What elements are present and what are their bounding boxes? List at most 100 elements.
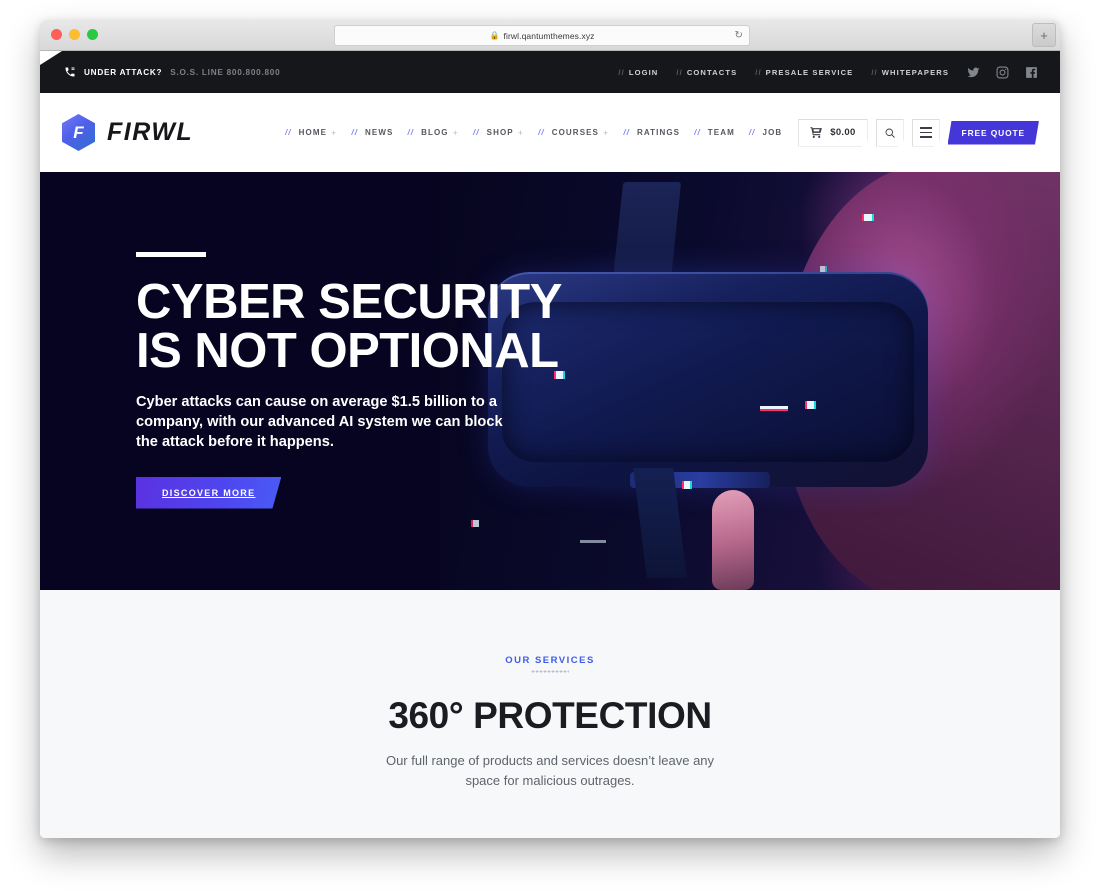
nav-item-courses[interactable]: // COURSES + [538,128,609,138]
hamburger-icon [920,127,932,138]
nav-item-team[interactable]: // TEAM [694,128,735,137]
utility-topbar: UNDER ATTACK? S.O.S. LINE 800.800.800 //… [40,51,1060,93]
vr-headset-lens [502,302,914,462]
chevron-plus-icon: + [452,127,459,138]
hero-content: CYBER SECURITY IS NOT OPTIONAL Cyber att… [136,252,562,509]
services-section: OUR SERVICES 360° PROTECTION Our full ra… [40,590,1060,838]
sos-number: S.O.S. LINE 800.800.800 [170,67,281,77]
glitch-pixel [760,406,788,409]
nav-item-ratings[interactable]: // RATINGS [623,128,680,137]
services-eyebrow: OUR SERVICES [505,655,595,666]
phone-icon [64,66,76,78]
topnav-label: PRESALE SERVICE [765,67,854,77]
nav-label: HOME [298,128,328,137]
glitch-pixel [684,481,690,489]
hexagon-logo-icon: F [62,114,95,151]
topnav-item-presale-service[interactable]: //PRESALE SERVICE [755,68,853,77]
nav-label: NEWS [365,128,394,137]
slash-decor: // [755,67,762,77]
address-bar[interactable]: 🔒 firwl.qantumthemes.xyz ↻ [334,25,750,46]
nav-item-job[interactable]: // JOB [749,128,782,137]
slash-decor: // [538,128,545,137]
chevron-plus-icon: + [603,127,610,138]
slash-decor: // [351,128,359,137]
slash-decor: // [623,128,631,137]
cart-amount: $0.00 [830,127,856,138]
slash-decor: // [472,128,480,137]
nav-item-news[interactable]: // NEWS [351,128,393,137]
slash-decor: // [694,128,701,137]
hero-title-line-2: IS NOT OPTIONAL [136,323,559,378]
close-window-button[interactable] [51,29,62,40]
social-links [967,66,1038,79]
hero-section: CYBER SECURITY IS NOT OPTIONAL Cyber att… [40,172,1060,590]
site-header: F FIRWL //HOME + //NEWS //BLOG + //SHOP + /… [40,93,1060,172]
slash-decor: // [748,128,756,137]
header-tools: $0.00 FREE QUOTE [798,119,1039,147]
url-text: firwl.qantumthemes.xyz [503,30,595,41]
topnav-label: CONTACTS [686,67,738,77]
instagram-icon[interactable] [996,66,1009,79]
minimize-window-button[interactable] [69,29,80,40]
hero-title: CYBER SECURITY IS NOT OPTIONAL [136,278,562,375]
services-description: Our full range of products and services … [385,753,715,789]
cart-icon [810,126,823,139]
glitch-pixel [820,266,825,272]
hero-title-line-1: CYBER SECURITY [136,275,562,329]
sos-line[interactable]: UNDER ATTACK? S.O.S. LINE 800.800.800 [64,66,280,78]
nav-label: SHOP [486,128,514,137]
hero-rule-decor [136,252,206,257]
vr-strap-top [612,182,682,280]
slash-decor: // [676,67,683,77]
topnav-label: LOGIN [628,67,659,77]
slash-decor: // [618,67,625,77]
glitch-pixel [473,520,479,527]
hero-person-thumb [712,490,754,590]
slash-decor: // [407,128,415,137]
topnav-item-whitepapers[interactable]: //WHITEPAPERS [871,68,949,77]
nav-label: BLOG [421,128,449,137]
free-quote-button[interactable]: FREE QUOTE [948,121,1039,145]
slash-decor: // [284,128,292,137]
logo-glyph: F [73,123,84,142]
window-controls[interactable] [51,29,98,40]
discover-more-button[interactable]: DISCOVER MORE [136,477,281,509]
logo-text: FIRWL [107,118,194,146]
glitch-pixel [864,214,872,221]
cart-button[interactable]: $0.00 [798,119,867,147]
nav-label: RATINGS [637,128,681,137]
logo[interactable]: F FIRWL [62,114,193,151]
search-button[interactable] [876,119,904,147]
slash-decor: // [871,67,878,77]
facebook-icon[interactable] [1025,66,1038,79]
nav-item-shop[interactable]: // SHOP + [473,128,524,138]
services-title: 360° PROTECTION [388,695,712,736]
reload-icon[interactable]: ↻ [735,29,743,42]
main-nav: //HOME + //NEWS //BLOG + //SHOP + //COURSES… [285,128,782,138]
glitch-pixel [580,540,606,543]
browser-window: 🔒 firwl.qantumthemes.xyz ↻ + UNDER ATTAC… [40,20,1060,838]
search-icon [884,127,896,139]
nav-label: JOB [762,128,783,137]
topnav-item-login[interactable]: //LOGIN [618,68,658,77]
dotted-divider [531,670,569,673]
glitch-pixel [807,401,814,409]
new-tab-button[interactable]: + [1032,23,1056,47]
browser-chrome: 🔒 firwl.qantumthemes.xyz ↻ + [40,20,1060,51]
utility-nav: //LOGIN //CONTACTS //PRESALE SERVICE //W… [618,68,949,77]
nav-item-home[interactable]: // HOME + [285,128,337,138]
topnav-item-contacts[interactable]: //CONTACTS [676,68,737,77]
site-viewport: UNDER ATTACK? S.O.S. LINE 800.800.800 //… [40,51,1060,838]
sos-label: UNDER ATTACK? [84,67,163,77]
nav-label: COURSES [551,128,599,137]
twitter-icon[interactable] [967,66,980,79]
nav-item-blog[interactable]: // BLOG + [407,128,459,138]
topnav-label: WHITEPAPERS [881,67,949,77]
maximize-window-button[interactable] [87,29,98,40]
chevron-plus-icon: + [517,127,525,138]
chevron-plus-icon: + [331,127,338,138]
hero-subtitle: Cyber attacks can cause on average $1.5 … [136,394,503,450]
menu-button[interactable] [912,119,940,147]
nav-label: TEAM [707,128,735,137]
lock-icon: 🔒 [489,31,500,40]
